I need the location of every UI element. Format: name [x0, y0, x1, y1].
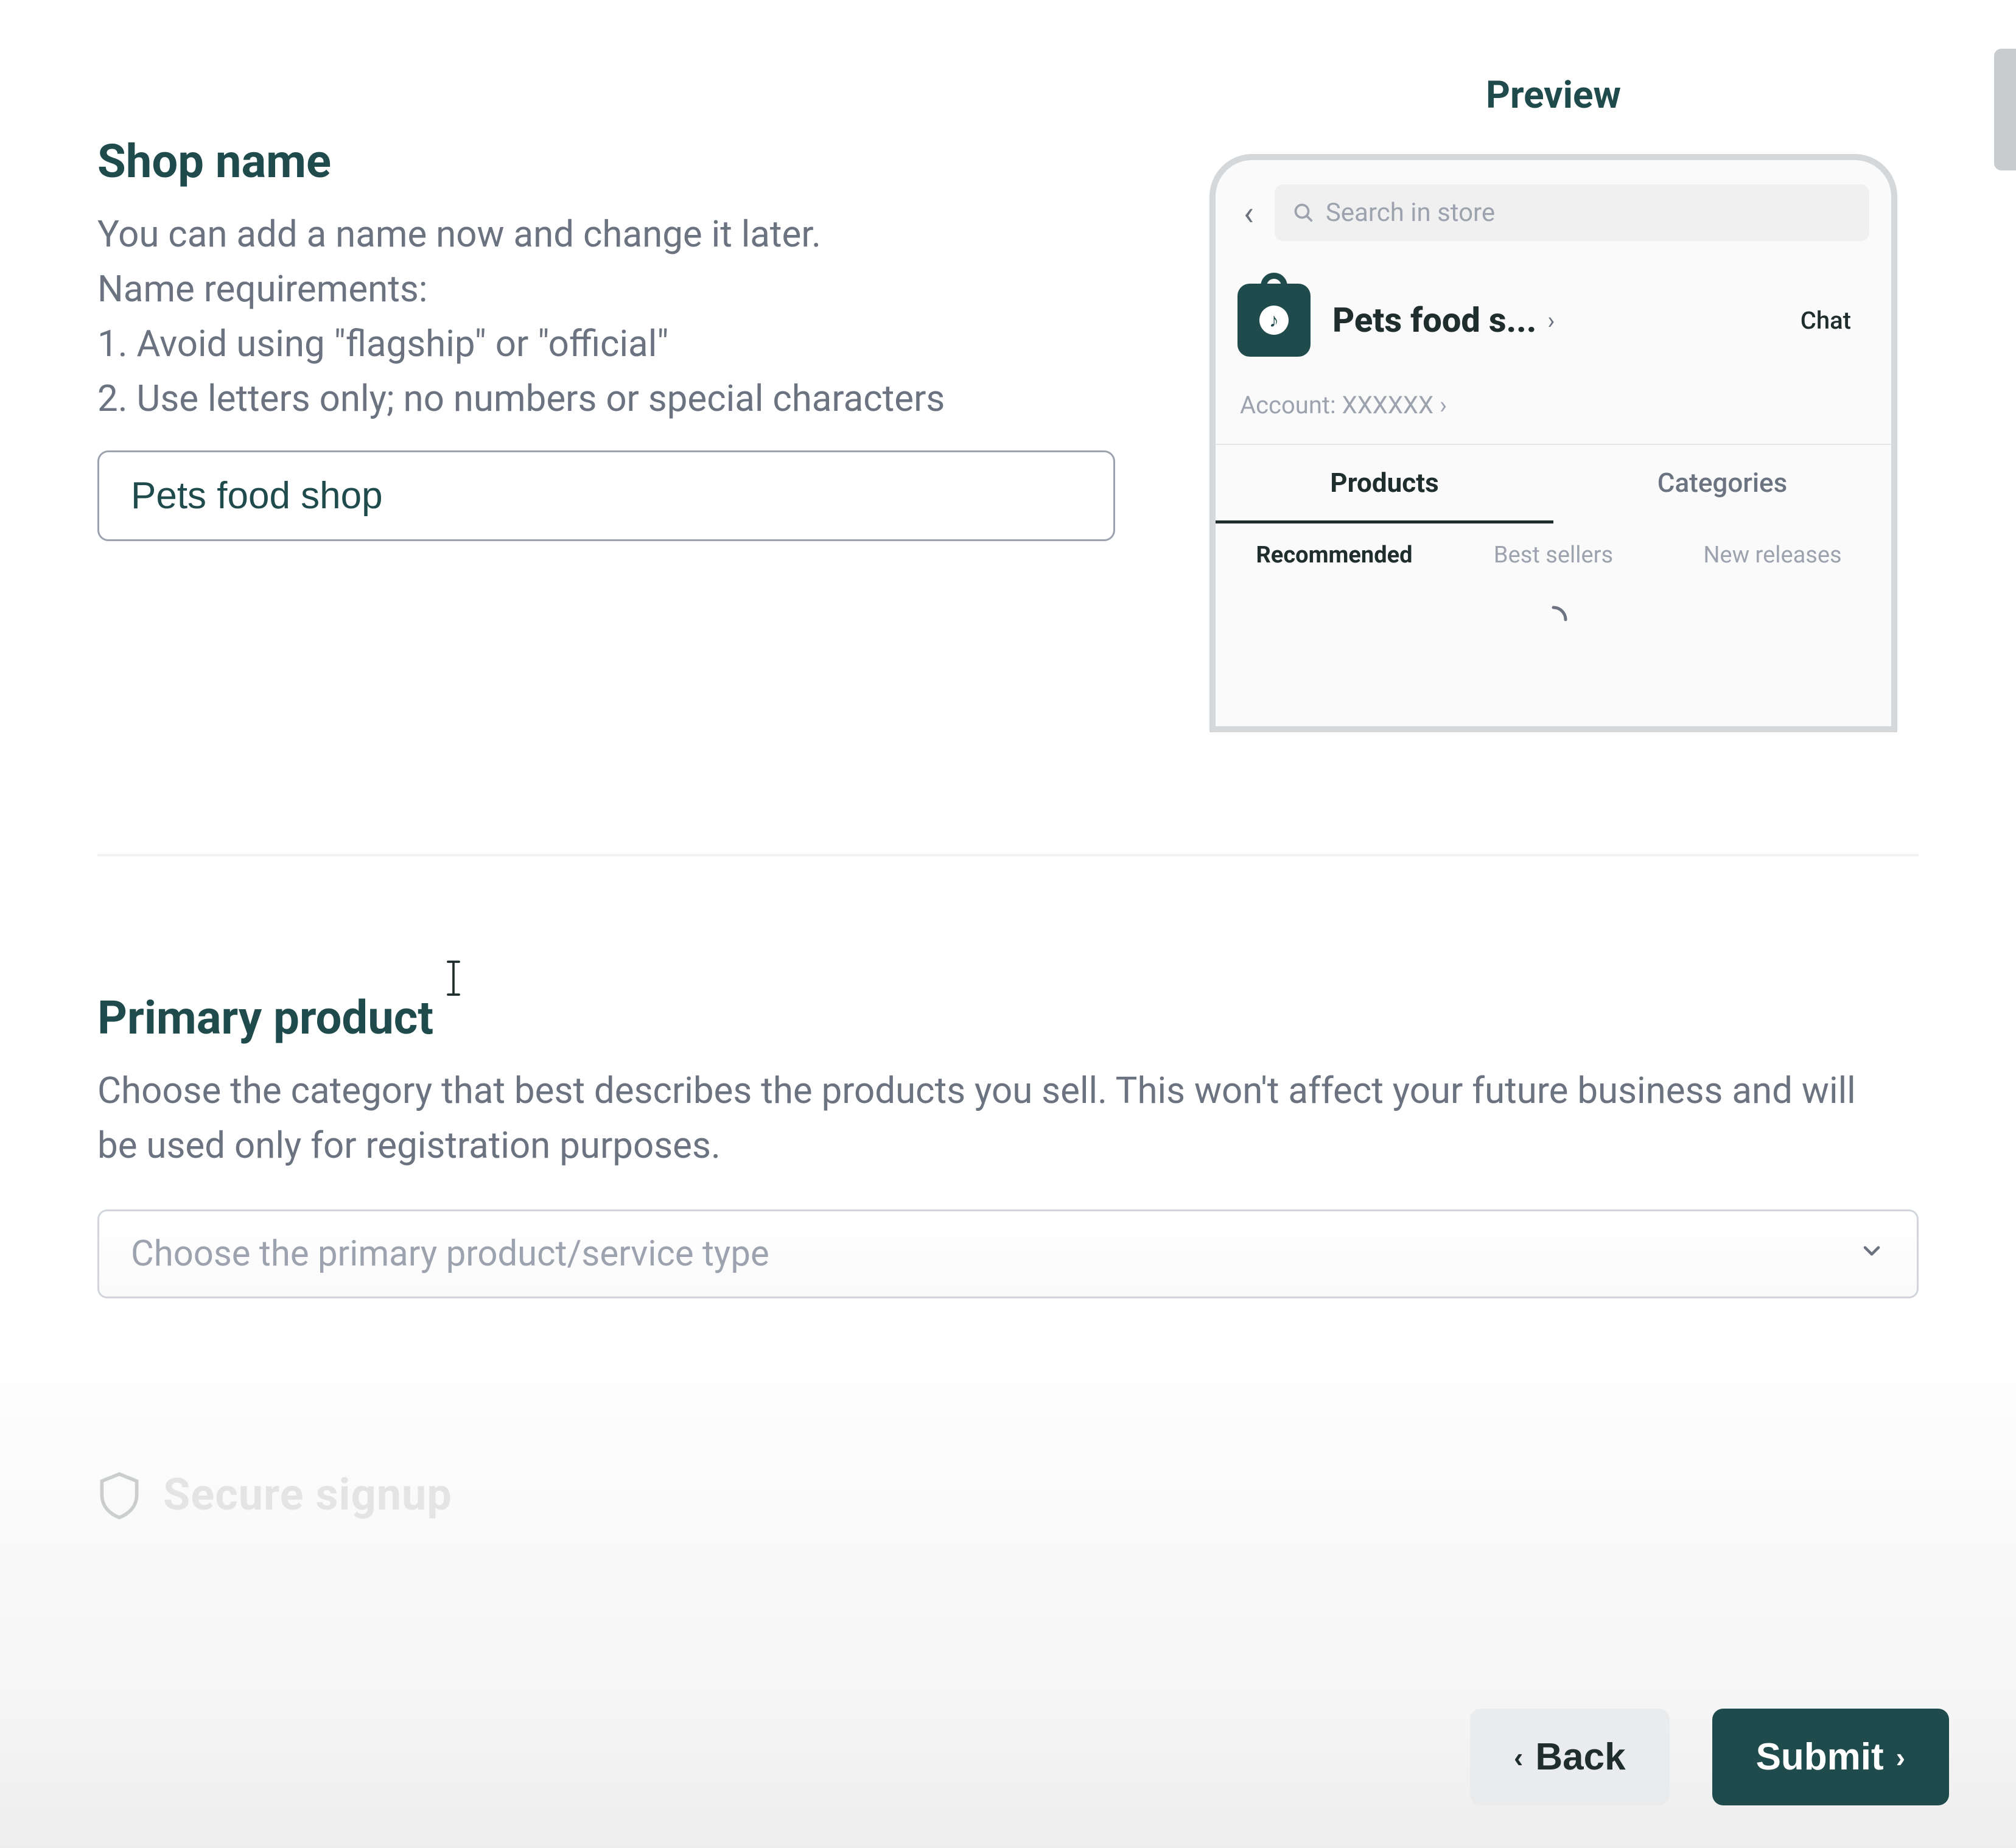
subtab-best-sellers[interactable]: Best sellers [1447, 542, 1660, 569]
preview-shop-name: Pets food s... [1332, 300, 1536, 340]
shop-name-section: Shop name You can add a name now and cha… [97, 37, 1919, 856]
helper-line: You can add a name now and change it lat… [97, 207, 1115, 262]
chevron-right-icon: › [1896, 1741, 1905, 1774]
preview-shop-name-link[interactable]: Pets food s... › [1332, 300, 1760, 340]
submit-button-label: Submit [1756, 1735, 1884, 1779]
primary-product-helper: Choose the category that best describes … [97, 1063, 1863, 1173]
phone-top-row: ‹ Search in store [1216, 160, 1891, 259]
chevron-down-icon [1858, 1237, 1885, 1271]
preview-column: Preview ‹ Search in store ♪ [1188, 37, 1919, 732]
preview-title: Preview [1188, 73, 1919, 117]
chevron-right-icon: › [1440, 391, 1447, 419]
subtab-recommended[interactable]: Recommended [1228, 542, 1441, 569]
secure-signup-section: Secure signup [97, 1420, 1919, 1521]
shop-bag-icon: ♪ [1237, 284, 1311, 357]
tab-categories[interactable]: Categories [1553, 445, 1891, 523]
search-placeholder: Search in store [1326, 198, 1495, 228]
onboarding-form-page: Shop name You can add a name now and cha… [0, 0, 2016, 1848]
primary-product-select[interactable]: Choose the primary product/service type [97, 1209, 1919, 1298]
subtab-new-releases[interactable]: New releases [1666, 542, 1879, 569]
chat-button[interactable]: Chat [1782, 306, 1869, 335]
back-button[interactable]: ‹ Back [1470, 1709, 1670, 1805]
helper-line: 1. Avoid using "flagship" or "official" [97, 317, 1115, 371]
search-icon [1293, 202, 1315, 224]
shop-name-title: Shop name [97, 134, 1115, 189]
preview-search-bar[interactable]: Search in store [1275, 184, 1869, 241]
back-button-label: Back [1535, 1735, 1625, 1779]
preview-sub-tabs: Recommended Best sellers New releases [1216, 523, 1891, 587]
shop-name-input[interactable] [97, 450, 1115, 541]
tab-products[interactable]: Products [1216, 445, 1553, 523]
preview-shop-header: ♪ Pets food s... › Chat [1216, 259, 1891, 379]
back-icon[interactable]: ‹ [1237, 193, 1260, 233]
preview-main-tabs: Products Categories [1216, 444, 1891, 523]
loading-spinner-icon [1216, 587, 1891, 642]
chevron-left-icon: ‹ [1514, 1741, 1523, 1774]
shield-icon [97, 1471, 141, 1519]
account-label: Account: XXXXXX [1240, 391, 1433, 419]
select-placeholder: Choose the primary product/service type [131, 1233, 769, 1275]
primary-product-section: Primary product Choose the category that… [97, 856, 1919, 1420]
preview-account-link[interactable]: Account: XXXXXX › [1216, 379, 1891, 444]
helper-line: Name requirements: [97, 262, 1115, 317]
phone-preview-frame: ‹ Search in store ♪ Pets food s... [1209, 154, 1897, 732]
secure-signup-title: Secure signup [163, 1469, 452, 1521]
shop-name-left-column: Shop name You can add a name now and cha… [97, 37, 1115, 732]
submit-button[interactable]: Submit › [1712, 1709, 1949, 1805]
footer-actions: ‹ Back Submit › [0, 1678, 2016, 1848]
chevron-right-icon: › [1547, 306, 1555, 335]
shop-name-helper: You can add a name now and change it lat… [97, 207, 1115, 426]
primary-product-title: Primary product [97, 990, 1919, 1045]
scrollbar-hint[interactable] [1994, 49, 2016, 170]
helper-line: 2. Use letters only; no numbers or speci… [97, 371, 1115, 426]
